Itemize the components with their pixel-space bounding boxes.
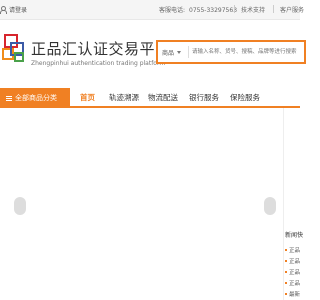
divider (188, 46, 189, 58)
banner-carousel (0, 108, 280, 300)
customer-service-link[interactable]: 客户服务 (280, 5, 304, 14)
news-title: 新闻快 (285, 232, 304, 239)
chevron-down-icon (177, 51, 182, 54)
nav-item-trace[interactable]: 轨迹溯源 (109, 92, 139, 103)
brand-subtitle: Zhengpinhui authentication trading platf… (31, 60, 166, 67)
hotline-label: 客服电话: (159, 7, 186, 14)
hotline: 客服电话: 0755-33297563 (159, 5, 237, 14)
login-link[interactable]: 请登录 (0, 5, 27, 14)
tech-support-link[interactable]: 技术支持 (241, 5, 265, 14)
divider (234, 5, 235, 13)
search-category-label: 商品 (162, 50, 175, 57)
nav-item-bank[interactable]: 银行服务 (189, 92, 219, 103)
carousel-next-button[interactable] (264, 197, 276, 215)
nav-item-insurance[interactable]: 保险服务 (230, 92, 260, 103)
news-item[interactable]: 最新 (285, 290, 300, 298)
news-item[interactable]: 正品 (285, 257, 300, 265)
news-item[interactable]: 正品 (285, 268, 300, 276)
news-item[interactable]: 正品 (285, 279, 300, 287)
all-categories-button[interactable]: 全部商品分类 (0, 88, 70, 108)
login-label: 请登录 (9, 7, 28, 14)
carousel-prev-button[interactable] (14, 197, 26, 215)
logo-icon[interactable] (2, 34, 28, 64)
brand-title: 正品汇认证交易平台 (31, 40, 171, 58)
news-item[interactable]: 正品 (285, 246, 300, 254)
top-bar: 请登录 客服电话: 0755-33297563 技术支持 客户服务 (0, 0, 304, 20)
nav-item-home[interactable]: 首页 (80, 92, 95, 103)
hotline-number: 0755-33297563 (189, 7, 238, 14)
search-input[interactable] (192, 45, 302, 59)
nav-item-logistics[interactable]: 物流配送 (148, 92, 178, 103)
menu-icon (6, 95, 12, 101)
search-box: 商品 (156, 40, 306, 64)
divider (273, 5, 274, 13)
all-categories-label: 全部商品分类 (15, 94, 57, 102)
search-category-select[interactable]: 商品 (162, 48, 182, 57)
user-icon (0, 6, 7, 14)
